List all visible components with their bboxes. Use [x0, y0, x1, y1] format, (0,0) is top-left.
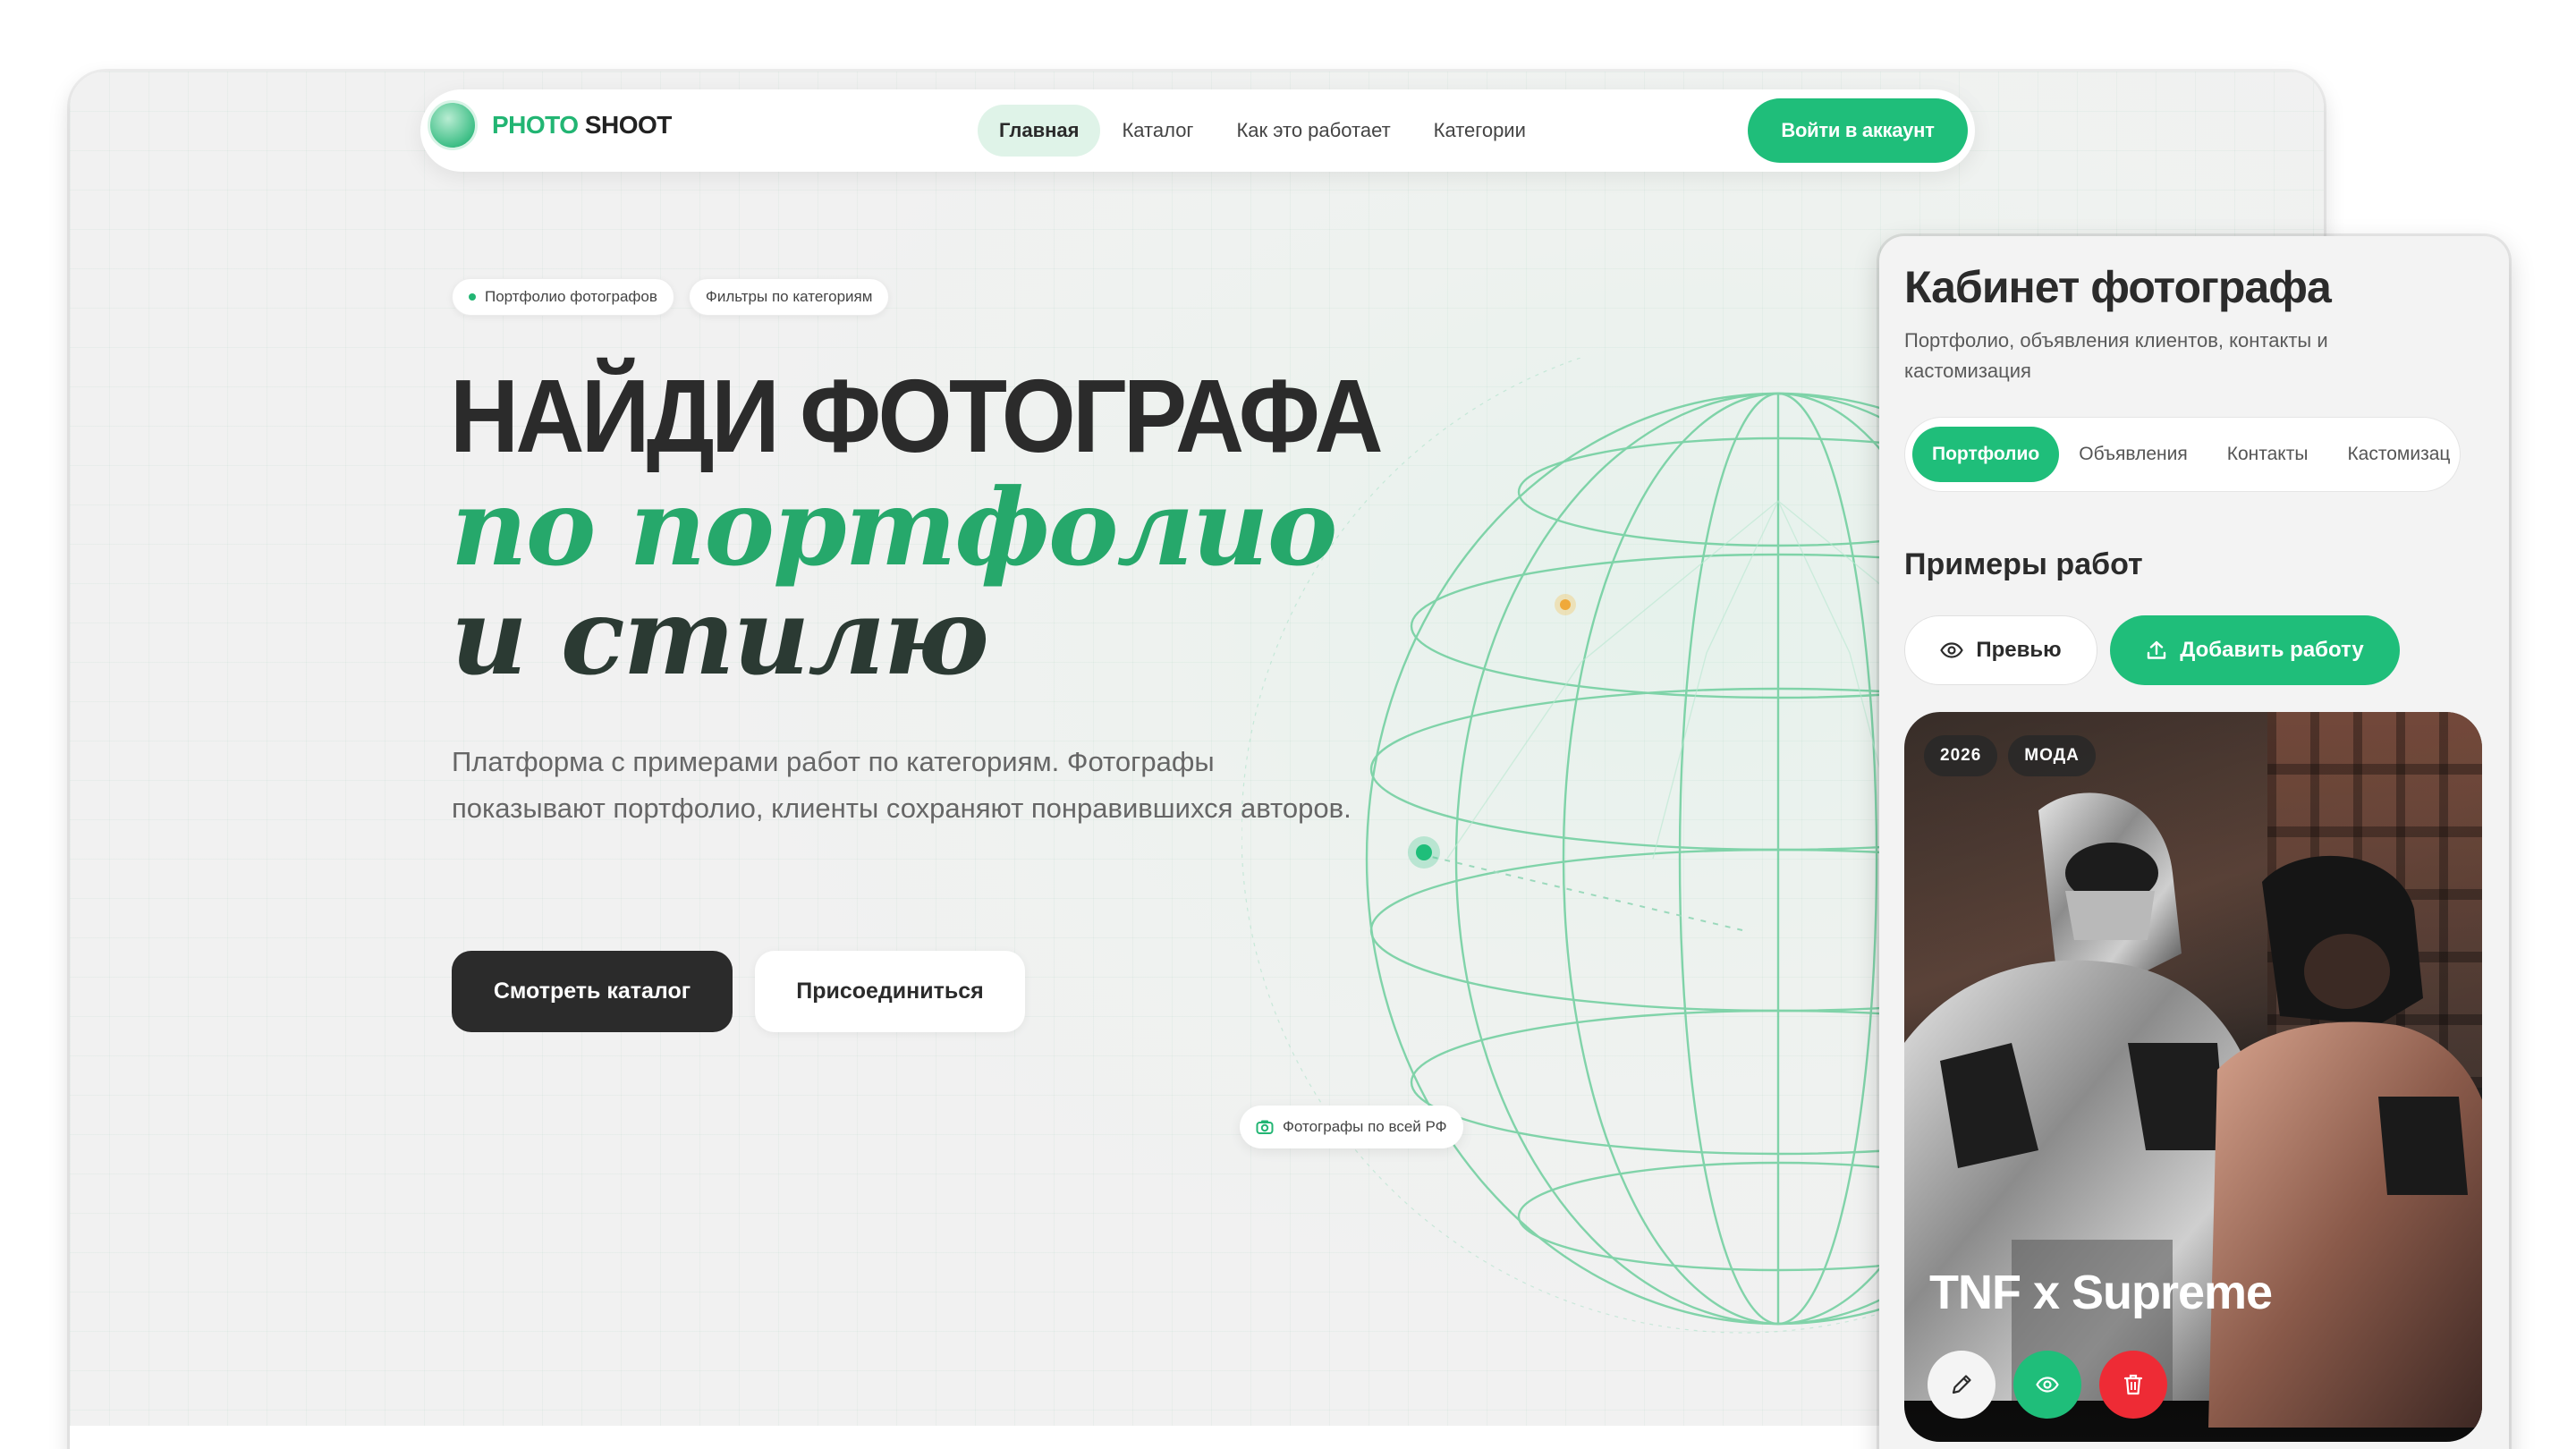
- chip-portfolio-label: Портфолио фотографов: [485, 288, 657, 305]
- join-button[interactable]: Присоединиться: [755, 951, 1025, 1032]
- hero-subtitle-line2: и стилю: [451, 574, 989, 699]
- panel-subtitle: Портфолио, объявления клиентов, контакты…: [1904, 329, 2328, 382]
- photographer-dashboard-panel: Кабинет фотографа Портфолио, объявления …: [1879, 236, 2509, 1449]
- logo-text: PHOTO SHOOT: [492, 111, 672, 140]
- add-work-button[interactable]: Добавить работу: [2110, 615, 2400, 685]
- panel-title: Кабинет фотографа: [1904, 262, 2332, 312]
- logo-text-rest: SHOOT: [578, 111, 673, 139]
- add-work-button-label: Добавить работу: [2180, 638, 2364, 662]
- view-catalog-button[interactable]: Смотреть каталог: [452, 951, 733, 1032]
- tab-listings[interactable]: Объявления: [2059, 427, 2207, 482]
- card-title: TNF x Supreme: [1929, 1266, 2273, 1319]
- globe-badge: Фотографы по всей РФ: [1240, 1106, 1463, 1148]
- card-actions: [1928, 1351, 2167, 1419]
- hero-chips: Портфолио фотографов Фильтры по категори…: [452, 278, 890, 316]
- eye-icon: [1940, 642, 1964, 658]
- logo[interactable]: PHOTO SHOOT: [428, 100, 672, 150]
- nav-link-catalog[interactable]: Каталог: [1100, 105, 1215, 157]
- upload-icon: [2148, 640, 2166, 659]
- nav-link-home[interactable]: Главная: [978, 105, 1101, 157]
- trash-icon: [2123, 1374, 2143, 1395]
- nav-link-categories[interactable]: Категории: [1412, 105, 1547, 157]
- login-button[interactable]: Войти в аккаунт: [1748, 98, 1968, 163]
- camera-icon: [1256, 1120, 1274, 1134]
- card-tags: 2026 МОДА: [1924, 735, 2096, 776]
- card-tag-category: МОДА: [2008, 735, 2096, 776]
- works-section-title: Примеры работ: [1904, 547, 2143, 581]
- navbar: PHOTO SHOOT Главная Каталог Как это рабо…: [420, 89, 1975, 172]
- chip-portfolio: Портфолио фотографов: [452, 278, 674, 316]
- card-photo-person-right: [2208, 855, 2482, 1428]
- nav-link-how-it-works[interactable]: Как это работает: [1215, 105, 1411, 157]
- edit-button[interactable]: [1928, 1351, 1996, 1419]
- eye-icon: [2036, 1377, 2059, 1393]
- tab-contacts[interactable]: Контакты: [2207, 427, 2328, 482]
- logo-text-accent: PHOTO: [492, 111, 579, 139]
- portfolio-work-card[interactable]: 2026 МОДА TNF x Supreme: [1904, 712, 2482, 1442]
- hero-subtitle-line1: по портфолио: [451, 465, 1337, 589]
- view-button[interactable]: [2013, 1351, 2081, 1419]
- card-tag-year: 2026: [1924, 735, 1998, 776]
- hero-description: Платформа с примерами работ по категория…: [452, 746, 1352, 824]
- tab-customization[interactable]: Кастомизац: [2327, 427, 2460, 482]
- chip-dot-icon: [469, 293, 476, 301]
- preview-button-label: Превью: [1976, 638, 2062, 662]
- chip-filters-label: Фильтры по категориям: [705, 288, 873, 305]
- pencil-icon: [1952, 1375, 1971, 1394]
- nav-links: Главная Каталог Как это работает Категор…: [978, 105, 1547, 157]
- hero-title: НАЙДИ ФОТОГРАФА: [450, 358, 1384, 474]
- delete-button[interactable]: [2099, 1351, 2167, 1419]
- tab-portfolio[interactable]: Портфолио: [1912, 427, 2060, 482]
- panel-tabs: Портфолио Объявления Контакты Кастомизац: [1904, 417, 2461, 492]
- globe-badge-label: Фотографы по всей РФ: [1283, 1118, 1447, 1135]
- preview-button[interactable]: Превью: [1904, 615, 2097, 685]
- logo-icon: [428, 100, 478, 150]
- chip-filters: Фильтры по категориям: [688, 278, 890, 316]
